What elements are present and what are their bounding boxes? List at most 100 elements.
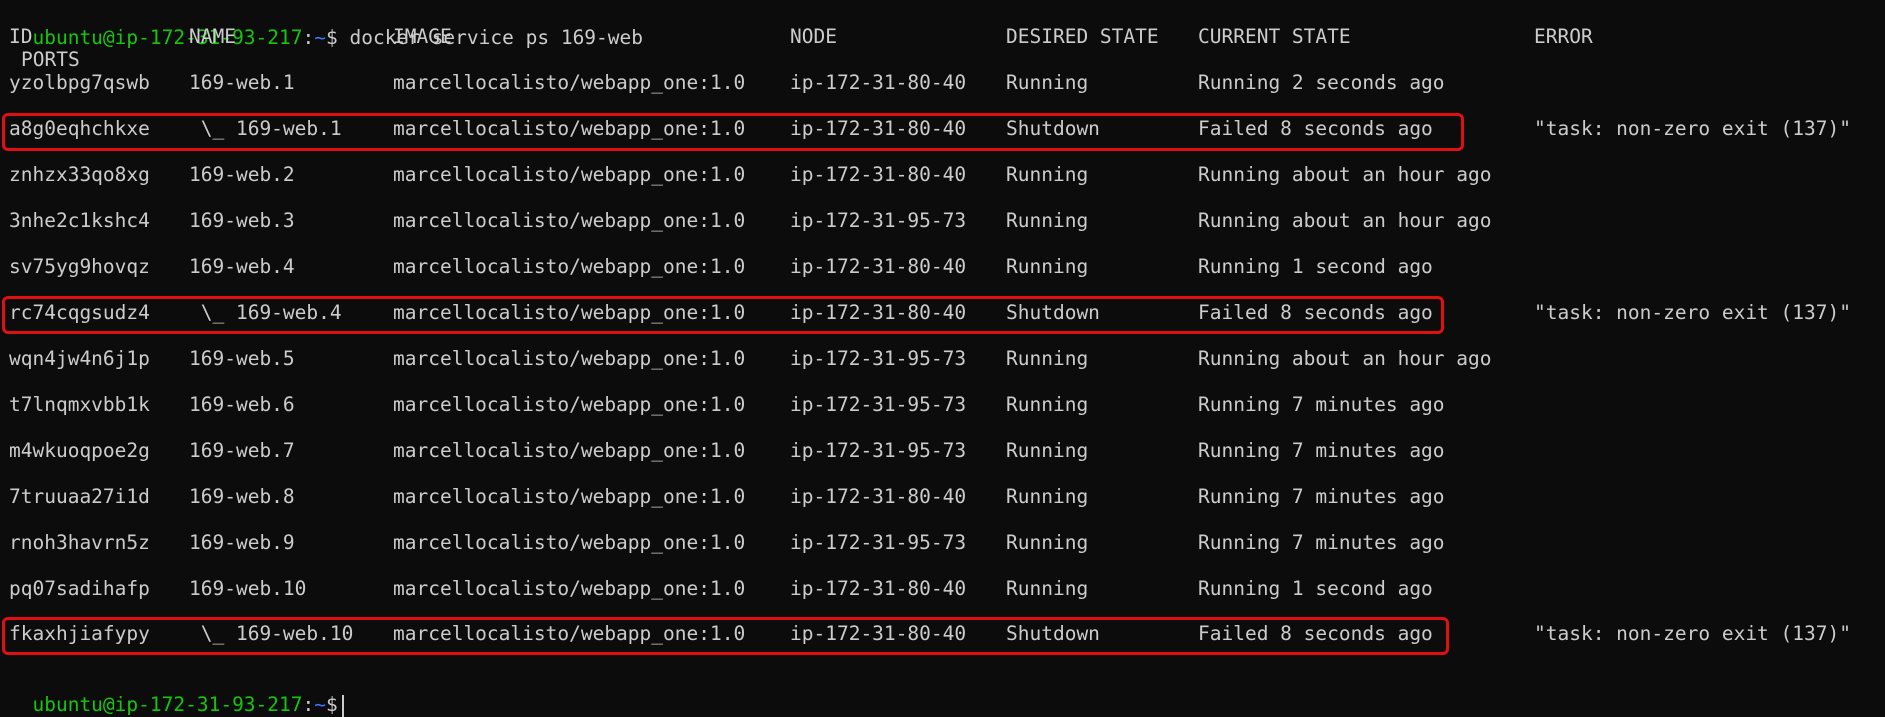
task-image: marcellocalisto/webapp_one:1.0 <box>393 439 746 462</box>
table-header: ID NAME IMAGE NODE DESIRED STATE CURRENT… <box>0 25 1885 49</box>
table-header-ports: PORTS <box>0 48 1885 72</box>
task-image: marcellocalisto/webapp_one:1.0 <box>393 531 746 554</box>
task-desired-state: Running <box>1006 577 1089 600</box>
task-id: 7truuaa27i1d <box>9 485 150 508</box>
table-row: 7truuaa27i1d 169-web.8 marcellocalisto/w… <box>0 485 1885 509</box>
task-image: marcellocalisto/webapp_one:1.0 <box>393 301 746 324</box>
table-row: rnoh3havrn5z 169-web.9 marcellocalisto/w… <box>0 531 1885 555</box>
task-desired-state: Running <box>1006 439 1089 462</box>
task-node: ip-172-31-80-40 <box>790 117 967 140</box>
header-node: NODE <box>790 25 837 48</box>
task-desired-state: Running <box>1006 531 1089 554</box>
task-current-state: Failed 8 seconds ago <box>1198 117 1433 140</box>
task-node: ip-172-31-80-40 <box>790 577 967 600</box>
header-current-state: CURRENT STATE <box>1198 25 1351 48</box>
task-error: "task: non-zero exit (137)" <box>1534 622 1851 645</box>
table-row: znhzx33qo8xg 169-web.2 marcellocalisto/w… <box>0 163 1885 187</box>
task-id: yzolbpg7qswb <box>9 71 150 94</box>
task-id: znhzx33qo8xg <box>9 163 150 186</box>
task-name: 169-web.8 <box>189 485 295 508</box>
task-name: 169-web.6 <box>189 393 295 416</box>
task-current-state: Running 7 minutes ago <box>1198 393 1445 416</box>
header-id: ID <box>9 25 33 48</box>
task-desired-state: Running <box>1006 71 1089 94</box>
task-node: ip-172-31-95-73 <box>790 439 967 462</box>
header-name: NAME <box>189 25 236 48</box>
task-image: marcellocalisto/webapp_one:1.0 <box>393 255 746 278</box>
table-row: rc74cqgsudz4 \_ 169-web.4 marcellocalist… <box>0 301 1885 325</box>
task-id: m4wkuoqpoe2g <box>9 439 150 462</box>
task-name: 169-web.4 <box>189 255 295 278</box>
task-name: 169-web.7 <box>189 439 295 462</box>
table-row: m4wkuoqpoe2g 169-web.7 marcellocalisto/w… <box>0 439 1885 463</box>
task-image: marcellocalisto/webapp_one:1.0 <box>393 71 746 94</box>
command-line: ubuntu@ip-172-31-93-217:~$ docker servic… <box>9 2 643 49</box>
table-row: a8g0eqhchkxe \_ 169-web.1 marcellocalist… <box>0 117 1885 141</box>
task-current-state: Running about an hour ago <box>1198 209 1492 232</box>
task-name: \_ 169-web.10 <box>189 622 354 645</box>
task-current-state: Running 7 minutes ago <box>1198 531 1445 554</box>
table-row: t7lnqmxvbb1k 169-web.6 marcellocalisto/w… <box>0 393 1885 417</box>
header-ports: PORTS <box>21 48 80 71</box>
task-image: marcellocalisto/webapp_one:1.0 <box>393 163 746 186</box>
task-id: pq07sadihafp <box>9 577 150 600</box>
header-image: IMAGE <box>393 25 452 48</box>
task-current-state: Running about an hour ago <box>1198 347 1492 370</box>
task-current-state: Running 1 second ago <box>1198 255 1433 278</box>
task-id: rnoh3havrn5z <box>9 531 150 554</box>
task-id: a8g0eqhchkxe <box>9 117 150 140</box>
task-desired-state: Running <box>1006 347 1089 370</box>
task-id: t7lnqmxvbb1k <box>9 393 150 416</box>
task-image: marcellocalisto/webapp_one:1.0 <box>393 393 746 416</box>
task-current-state: Running 7 minutes ago <box>1198 485 1445 508</box>
task-node: ip-172-31-80-40 <box>790 255 967 278</box>
task-name: \_ 169-web.1 <box>189 117 342 140</box>
task-name: 169-web.1 <box>189 71 295 94</box>
task-current-state: Running 2 seconds ago <box>1198 71 1445 94</box>
task-current-state: Running 1 second ago <box>1198 577 1433 600</box>
task-error: "task: non-zero exit (137)" <box>1534 117 1851 140</box>
task-desired-state: Running <box>1006 485 1089 508</box>
task-id: wqn4jw4n6j1p <box>9 347 150 370</box>
task-name: 169-web.3 <box>189 209 295 232</box>
task-desired-state: Running <box>1006 393 1089 416</box>
task-node: ip-172-31-95-73 <box>790 531 967 554</box>
task-name: 169-web.2 <box>189 163 295 186</box>
task-desired-state: Shutdown <box>1006 117 1100 140</box>
task-name: 169-web.5 <box>189 347 295 370</box>
task-current-state: Running 7 minutes ago <box>1198 439 1445 462</box>
task-node: ip-172-31-80-40 <box>790 71 967 94</box>
task-node: ip-172-31-95-73 <box>790 347 967 370</box>
task-desired-state: Shutdown <box>1006 301 1100 324</box>
text-cursor[interactable] <box>341 694 344 717</box>
task-node: ip-172-31-95-73 <box>790 393 967 416</box>
task-id: rc74cqgsudz4 <box>9 301 150 324</box>
task-image: marcellocalisto/webapp_one:1.0 <box>393 622 746 645</box>
task-image: marcellocalisto/webapp_one:1.0 <box>393 117 746 140</box>
task-image: marcellocalisto/webapp_one:1.0 <box>393 209 746 232</box>
terminal-window[interactable]: { "prompt": { "user_host": "ubuntu@ip-17… <box>0 0 1885 717</box>
task-id: sv75yg9hovqz <box>9 255 150 278</box>
table-row: 3nhe2c1kshc4 169-web.3 marcellocalisto/w… <box>0 209 1885 233</box>
table-row: pq07sadihafp 169-web.10 marcellocalisto/… <box>0 577 1885 601</box>
task-image: marcellocalisto/webapp_one:1.0 <box>393 577 746 600</box>
table-row: wqn4jw4n6j1p 169-web.5 marcellocalisto/w… <box>0 347 1885 371</box>
task-node: ip-172-31-80-40 <box>790 301 967 324</box>
table-row: yzolbpg7qswb 169-web.1 marcellocalisto/w… <box>0 71 1885 95</box>
task-name: \_ 169-web.4 <box>189 301 342 324</box>
table-row: fkaxhjiafypy \_ 169-web.10 marcellocalis… <box>0 622 1885 646</box>
task-node: ip-172-31-80-40 <box>790 622 967 645</box>
task-desired-state: Running <box>1006 255 1089 278</box>
task-name: 169-web.10 <box>189 577 307 600</box>
task-node: ip-172-31-95-73 <box>790 209 967 232</box>
task-id: fkaxhjiafypy <box>9 622 150 645</box>
task-desired-state: Running <box>1006 163 1089 186</box>
task-desired-state: Shutdown <box>1006 622 1100 645</box>
task-id: 3nhe2c1kshc4 <box>9 209 150 232</box>
header-error: ERROR <box>1534 25 1593 48</box>
task-node: ip-172-31-80-40 <box>790 163 967 186</box>
prompt-line[interactable]: ubuntu@ip-172-31-93-217:~$ <box>9 669 344 717</box>
task-current-state: Failed 8 seconds ago <box>1198 301 1433 324</box>
task-current-state: Failed 8 seconds ago <box>1198 622 1433 645</box>
task-desired-state: Running <box>1006 209 1089 232</box>
